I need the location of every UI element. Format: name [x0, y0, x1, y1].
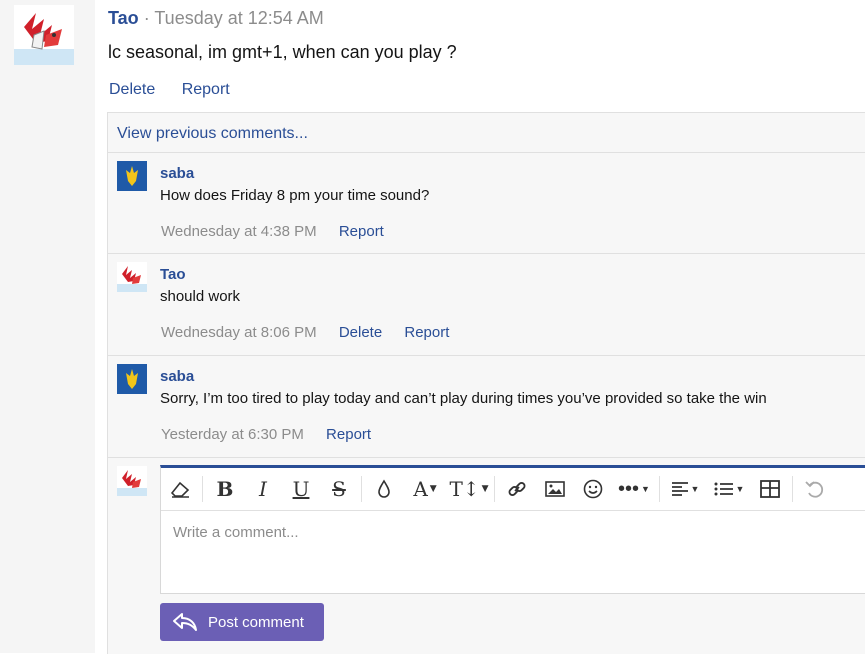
avatar[interactable] — [14, 5, 74, 65]
comments-section: View previous comments... saba How does … — [107, 112, 865, 654]
comment-text: Sorry, I’m too tired to play today and c… — [160, 390, 767, 407]
toolbar-divider — [792, 476, 793, 502]
post-actions: Delete Report — [109, 81, 252, 99]
view-previous-comments-link[interactable]: View previous comments... — [117, 125, 308, 143]
comment-text: should work — [160, 288, 241, 305]
reply-icon — [173, 613, 197, 631]
comment-text: How does Friday 8 pm your time sound? — [160, 187, 430, 204]
toolbar-divider — [202, 476, 203, 502]
comment-author[interactable]: Tao — [160, 266, 186, 283]
post-body: lc seasonal, im gmt+1, when can you play… — [108, 42, 457, 62]
more-icon[interactable]: ••• ▼ — [612, 468, 656, 510]
delete-link[interactable]: Delete — [339, 324, 382, 341]
report-link[interactable]: Report — [326, 426, 371, 443]
comment-editor: B I U S A ▼ T↕ ▼ ••• ▼ ▼ ▼ Write a comme… — [160, 465, 865, 594]
post-time: · Tuesday at 12:54 AM — [143, 8, 324, 28]
comment-time: Wednesday at 8:06 PM — [161, 324, 317, 341]
comment-time: Yesterday at 6:30 PM — [161, 426, 304, 443]
align-icon[interactable]: ▼ — [663, 468, 707, 510]
report-link[interactable]: Report — [339, 223, 384, 240]
comment-author[interactable]: saba — [160, 165, 194, 182]
avatar[interactable] — [117, 364, 147, 394]
font-size-icon[interactable]: T↕ ▼ — [447, 468, 491, 510]
post-header: Tao · Tuesday at 12:54 AM — [108, 8, 324, 29]
delete-link[interactable]: Delete — [109, 81, 155, 98]
link-icon[interactable] — [498, 468, 536, 510]
post-author[interactable]: Tao — [108, 8, 139, 28]
color-icon[interactable] — [365, 468, 403, 510]
toolbar-divider — [659, 476, 660, 502]
toolbar-divider — [494, 476, 495, 502]
post-comment-label: Post comment — [208, 613, 304, 631]
avatar[interactable] — [117, 466, 147, 496]
left-gutter — [0, 0, 95, 653]
image-icon[interactable] — [536, 468, 574, 510]
strikethrough-icon[interactable]: S — [320, 468, 358, 510]
comment-author[interactable]: saba — [160, 368, 194, 385]
comment-item: saba Sorry, I’m too tired to play today … — [108, 355, 865, 458]
post-comment-button[interactable]: Post comment — [160, 603, 324, 641]
comment-item: Tao should work Wednesday at 8:06 PM Del… — [108, 253, 865, 356]
comment-meta: Wednesday at 4:38 PM Report — [161, 223, 402, 240]
editor-toolbar: B I U S A ▼ T↕ ▼ ••• ▼ ▼ ▼ — [161, 468, 865, 511]
undo-icon[interactable] — [796, 468, 834, 510]
list-icon[interactable]: ▼ — [707, 468, 751, 510]
italic-icon[interactable]: I — [244, 468, 282, 510]
comment-time: Wednesday at 4:38 PM — [161, 223, 317, 240]
smiley-icon[interactable] — [574, 468, 612, 510]
report-link[interactable]: Report — [404, 324, 449, 341]
underline-icon[interactable]: U — [282, 468, 320, 510]
font-family-icon[interactable]: A ▼ — [403, 468, 447, 510]
report-link[interactable]: Report — [182, 81, 230, 98]
avatar[interactable] — [117, 262, 147, 292]
bold-icon[interactable]: B — [206, 468, 244, 510]
toolbar-divider — [361, 476, 362, 502]
avatar[interactable] — [117, 161, 147, 191]
table-icon[interactable] — [751, 468, 789, 510]
comment-input[interactable]: Write a comment... — [173, 524, 299, 541]
comment-meta: Yesterday at 6:30 PM Report — [161, 426, 389, 443]
eraser-icon[interactable] — [161, 468, 199, 510]
comment-item: saba How does Friday 8 pm your time soun… — [108, 152, 865, 254]
comment-meta: Wednesday at 8:06 PM Delete Report — [161, 324, 467, 341]
